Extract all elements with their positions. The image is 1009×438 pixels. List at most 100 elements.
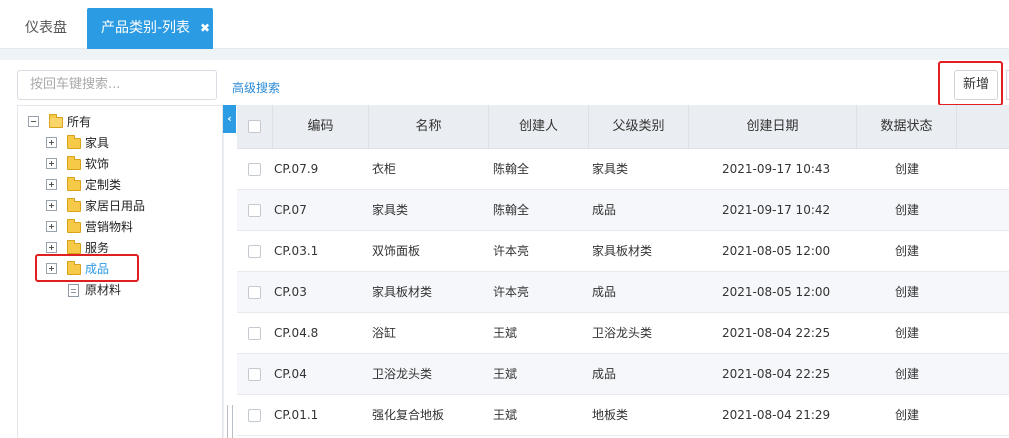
cell-date: 2021-08-05 12:00 xyxy=(722,244,831,258)
cell-name: 家具类 xyxy=(372,203,409,217)
close-icon[interactable]: ✖ xyxy=(200,8,210,49)
expand-icon[interactable] xyxy=(46,200,57,211)
tree-node-label: 营销物料 xyxy=(85,220,134,234)
row-checkbox[interactable] xyxy=(248,409,261,422)
expand-icon[interactable] xyxy=(46,179,57,190)
cell-parent: 成品 xyxy=(592,285,617,299)
cell-date: 2021-08-04 22:25 xyxy=(722,326,831,340)
cell-code: CP.07 xyxy=(274,203,307,217)
row-checkbox[interactable] xyxy=(248,327,261,340)
table-header: 编码 名称 创建人 父级类别 创建日期 数据状态 xyxy=(237,105,1009,149)
folder-open-icon xyxy=(49,114,63,128)
table-row[interactable]: CP.03.1 双饰面板 许本亮 家具板材类 2021-08-05 12:00 … xyxy=(237,231,1009,272)
row-checkbox[interactable] xyxy=(248,368,261,381)
select-all-checkbox[interactable] xyxy=(248,120,261,133)
cell-parent: 成品 xyxy=(592,203,617,217)
table-row[interactable]: CP.04 卫浴龙头类 王斌 成品 2021-08-04 22:25 创建 xyxy=(237,354,1009,395)
column-header[interactable]: 创建人 xyxy=(489,105,589,149)
expand-icon[interactable] xyxy=(46,242,57,253)
cell-name: 卫浴龙头类 xyxy=(372,367,433,381)
cell-creator: 王斌 xyxy=(493,408,518,422)
row-checkbox[interactable] xyxy=(248,245,261,258)
cell-parent: 家具类 xyxy=(592,162,629,176)
selected-node-highlight xyxy=(35,254,139,282)
cell-date: 2021-08-04 21:29 xyxy=(722,408,831,422)
collapse-icon[interactable] xyxy=(28,116,39,127)
table-row[interactable]: CP.01.1 强化复合地板 王斌 地板类 2021-08-04 21:29 创… xyxy=(237,395,1009,436)
cell-name: 家具板材类 xyxy=(372,285,433,299)
cell-creator: 陈翰全 xyxy=(493,162,530,176)
cell-status: 创建 xyxy=(895,203,920,217)
tree-node-label: 原材料 xyxy=(85,283,122,297)
cell-creator: 许本亮 xyxy=(493,285,530,299)
cell-date: 2021-09-17 10:42 xyxy=(722,203,831,217)
add-button[interactable]: 新增 xyxy=(954,70,998,100)
row-checkbox[interactable] xyxy=(248,286,261,299)
tab-dashboard[interactable]: 仪表盘 xyxy=(14,8,78,49)
column-header[interactable]: 创建日期 xyxy=(689,105,857,149)
tab-product-category-list[interactable]: 产品类别-列表 ✖ xyxy=(87,8,213,49)
tab-bar: 仪表盘 产品类别-列表 ✖ xyxy=(0,0,1009,49)
tree-node-label: 软饰 xyxy=(85,157,110,171)
column-header[interactable]: 编码 xyxy=(273,105,369,149)
header-select-all xyxy=(237,105,273,149)
row-checkbox[interactable] xyxy=(248,163,261,176)
resize-grip[interactable] xyxy=(227,405,233,438)
cell-creator: 陈翰全 xyxy=(493,203,530,217)
folder-icon xyxy=(67,219,81,233)
tree-node-label: 家具 xyxy=(85,136,110,150)
cell-code: CP.01.1 xyxy=(274,408,319,422)
cell-status: 创建 xyxy=(895,326,920,340)
cell-name: 浴缸 xyxy=(372,326,397,340)
folder-icon xyxy=(67,156,81,170)
table-row[interactable]: CP.03 家具板材类 许本亮 成品 2021-08-05 12:00 创建 xyxy=(237,272,1009,313)
tree-node-label: 家居日用品 xyxy=(85,199,146,213)
cell-status: 创建 xyxy=(895,367,920,381)
cell-parent: 卫浴龙头类 xyxy=(592,326,653,340)
cell-name: 双饰面板 xyxy=(372,244,421,258)
cell-date: 2021-09-17 10:43 xyxy=(722,162,831,176)
tab-label: 产品类别-列表 xyxy=(101,20,191,36)
row-checkbox[interactable] xyxy=(248,204,261,217)
cell-code: CP.03 xyxy=(274,285,307,299)
search-input[interactable]: 按回车键搜索... xyxy=(17,70,217,100)
expand-icon[interactable] xyxy=(46,137,57,148)
cell-creator: 王斌 xyxy=(493,367,518,381)
cell-code: CP.07.9 xyxy=(274,162,319,176)
cell-parent: 地板类 xyxy=(592,408,629,422)
cell-creator: 许本亮 xyxy=(493,244,530,258)
cell-code: CP.03.1 xyxy=(274,244,319,258)
tree-node-label: 所有 xyxy=(67,115,92,129)
cell-code: CP.04.8 xyxy=(274,326,319,340)
divider-strip xyxy=(0,49,1009,60)
advanced-search-link[interactable]: 高级搜索 xyxy=(232,79,280,96)
cell-status: 创建 xyxy=(895,244,920,258)
column-header[interactable]: 数据状态 xyxy=(857,105,957,149)
cell-date: 2021-08-05 12:00 xyxy=(722,285,831,299)
folder-icon xyxy=(67,198,81,212)
cell-creator: 王斌 xyxy=(493,326,518,340)
cell-date: 2021-08-04 22:25 xyxy=(722,367,831,381)
cell-status: 创建 xyxy=(895,162,920,176)
cell-status: 创建 xyxy=(895,408,920,422)
collapse-left-icon[interactable]: ‹ xyxy=(223,105,236,133)
cell-name: 强化复合地板 xyxy=(372,408,445,422)
table-row[interactable]: CP.04.8 浴缸 王斌 卫浴龙头类 2021-08-04 22:25 创建 xyxy=(237,313,1009,354)
folder-icon xyxy=(67,135,81,149)
document-icon xyxy=(68,284,79,297)
expand-icon[interactable] xyxy=(46,221,57,232)
data-table: 编码 名称 创建人 父级类别 创建日期 数据状态 CP.07.9 衣柜 陈翰全 … xyxy=(237,105,1009,438)
splitter[interactable] xyxy=(223,133,236,438)
folder-icon xyxy=(67,240,81,254)
cell-name: 衣柜 xyxy=(372,162,397,176)
expand-icon[interactable] xyxy=(46,158,57,169)
cell-parent: 成品 xyxy=(592,367,617,381)
cell-code: CP.04 xyxy=(274,367,307,381)
table-row[interactable]: CP.07 家具类 陈翰全 成品 2021-09-17 10:42 创建 xyxy=(237,190,1009,231)
cell-status: 创建 xyxy=(895,285,920,299)
cell-parent: 家具板材类 xyxy=(592,244,653,258)
column-header[interactable]: 名称 xyxy=(369,105,489,149)
column-header[interactable]: 父级类别 xyxy=(589,105,689,149)
table-row[interactable]: CP.07.9 衣柜 陈翰全 家具类 2021-09-17 10:43 创建 xyxy=(237,149,1009,190)
tree-node-label: 定制类 xyxy=(85,178,122,192)
